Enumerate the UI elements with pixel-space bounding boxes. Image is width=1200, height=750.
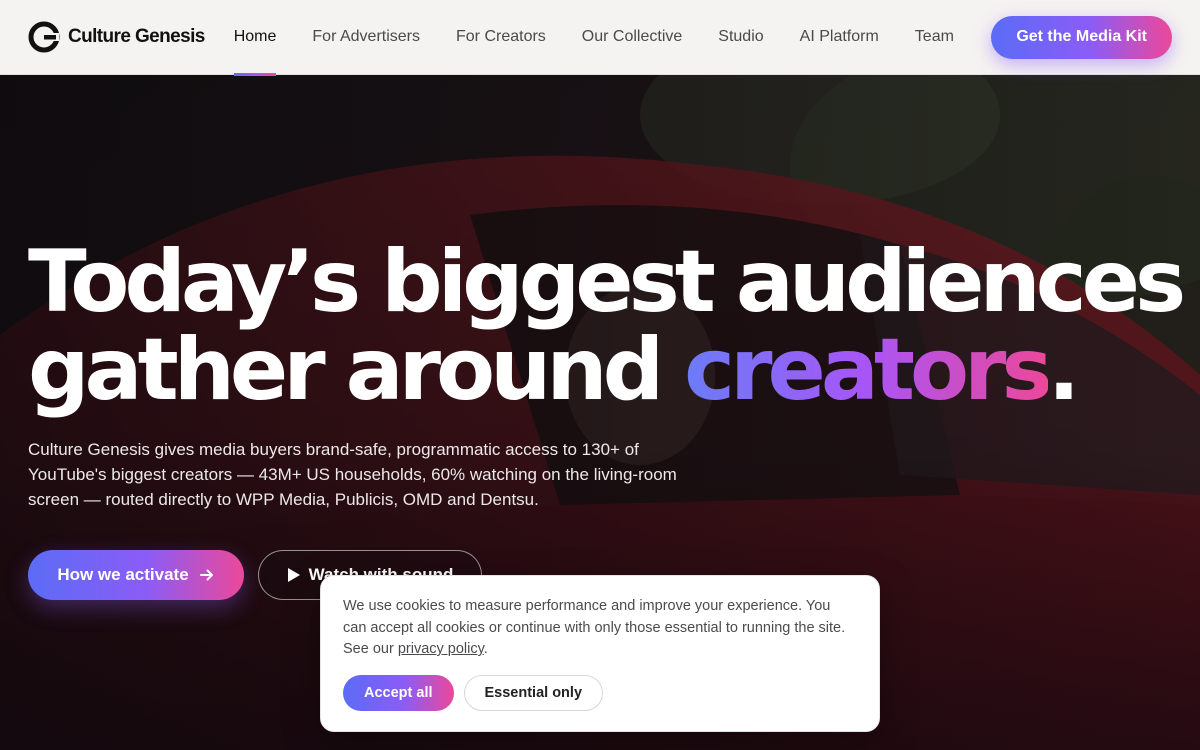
- play-icon: [287, 568, 300, 582]
- nav-item-studio[interactable]: Studio: [718, 0, 763, 75]
- nav-item-our-collective[interactable]: Our Collective: [582, 0, 682, 75]
- get-media-kit-button[interactable]: Get the Media Kit: [991, 15, 1172, 59]
- nav-item-for-advertisers[interactable]: For Advertisers: [312, 0, 420, 75]
- hero-headline: Today’s biggest audiences gather around …: [28, 238, 1186, 414]
- nav-item-for-creators[interactable]: For Creators: [456, 0, 546, 75]
- privacy-policy-link[interactable]: privacy policy: [398, 641, 484, 657]
- headline-accent-word: creators: [684, 320, 1053, 420]
- site-header: Culture Genesis Home For Advertisers For…: [0, 0, 1200, 76]
- hero-description: Culture Genesis gives media buyers brand…: [28, 440, 677, 509]
- nav-item-home[interactable]: Home: [233, 0, 276, 76]
- accept-all-cookies-button[interactable]: Accept all: [343, 674, 454, 711]
- headline-line-1: Today’s biggest audiences: [28, 232, 1186, 332]
- headline-line-2: gather around: [28, 320, 664, 420]
- cookie-message: We use cookies to measure performance an…: [343, 596, 857, 661]
- arrow-right-icon: [199, 569, 213, 581]
- essential-only-cookies-button[interactable]: Essential only: [463, 674, 604, 711]
- how-we-activate-label: How we activate: [57, 565, 189, 584]
- cookie-actions: Accept all Essential only: [343, 674, 857, 711]
- cookie-message-end: .: [483, 641, 488, 657]
- brand-logo[interactable]: Culture Genesis: [28, 21, 205, 53]
- cookie-banner: We use cookies to measure performance an…: [320, 575, 880, 732]
- nav-item-team[interactable]: Team: [915, 0, 954, 75]
- culture-genesis-logo-icon: [28, 21, 60, 53]
- headline-period: .: [1047, 320, 1081, 420]
- brand-name: Culture Genesis: [68, 26, 205, 47]
- main-nav: Home For Advertisers For Creators Our Co…: [233, 0, 990, 76]
- nav-item-ai-platform[interactable]: AI Platform: [800, 0, 879, 75]
- how-we-activate-button[interactable]: How we activate: [28, 550, 244, 600]
